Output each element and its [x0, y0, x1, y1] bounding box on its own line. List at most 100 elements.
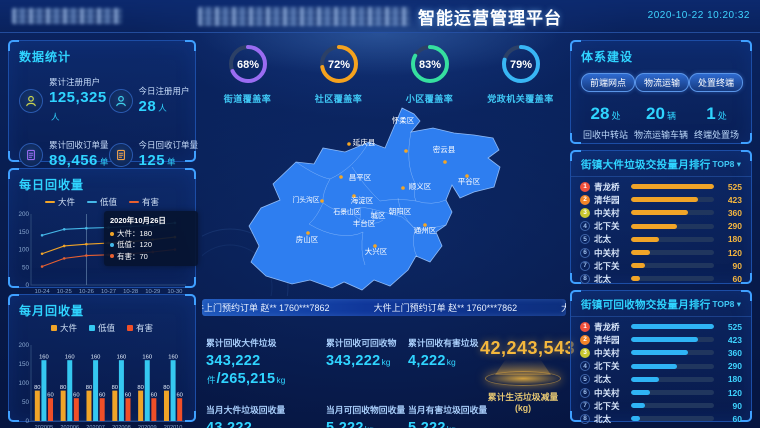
- stat-label: 今日回收订单量: [139, 139, 199, 151]
- svg-text:160: 160: [168, 355, 178, 361]
- rank-bar-fill: [631, 416, 640, 421]
- system-stat-label: 终端处置场: [694, 128, 739, 141]
- legend-item-有害[interactable]: 有害: [129, 196, 159, 208]
- system-tab-前端网点[interactable]: 前端网点: [581, 73, 635, 92]
- rank-name: 中关村: [594, 247, 627, 259]
- rank-value: 90: [718, 401, 742, 411]
- rank-bar-fill: [631, 184, 714, 189]
- summary-cell: 累计回收可回收物343,222kg: [326, 336, 408, 388]
- total-reduction-value: 42,243,543: [480, 338, 566, 359]
- rank-name: 青龙桥: [594, 181, 627, 193]
- svg-text:100: 100: [18, 380, 29, 387]
- legend-item-大件[interactable]: 大件: [45, 196, 75, 208]
- stat-number: 28: [139, 98, 157, 115]
- rank-badge: 7: [580, 261, 590, 271]
- rank-value: 90: [718, 261, 742, 271]
- district-label: 顺义区: [409, 182, 432, 191]
- beijing-district-map[interactable]: 怀柔区延庆县密云县昌平区顺义区平谷区门头沟区海淀区石景山区城区朝阳区丰台区房山区…: [202, 104, 566, 296]
- summary-label: 累计回收有害垃圾: [408, 336, 482, 349]
- rank-bar-track: [631, 403, 714, 408]
- svg-text:60: 60: [125, 393, 131, 399]
- order-icon: [19, 143, 43, 167]
- svg-text:100: 100: [18, 247, 29, 254]
- rank-badge: 1: [580, 182, 590, 192]
- district-dot: [443, 160, 447, 164]
- coverage-gauge: 72%社区覆盖率: [296, 42, 382, 105]
- rank-name: 北下关: [594, 260, 627, 272]
- svg-text:0: 0: [25, 282, 29, 289]
- rank-bar-fill: [631, 197, 698, 202]
- panel-rank-recyclables: 街镇可回收物交投量月排行 TOP8 ▾ 1青龙桥5252清华园4233中关村36…: [570, 290, 752, 422]
- system-tab-处置终端[interactable]: 处置终端: [689, 73, 743, 92]
- rank-badge: 3: [580, 348, 590, 358]
- panel-monthly-recycling: 每月回收量 大件低值有害 050100150200202005202006202…: [8, 294, 196, 422]
- legend-marker: [51, 325, 57, 331]
- legend-item-大件[interactable]: 大件: [51, 322, 77, 334]
- summary-cell: 当月可回收物回收量 5,222kg: [326, 403, 408, 428]
- rank-row: 6中关村120: [571, 386, 751, 399]
- top8-dropdown[interactable]: TOP8 ▾: [712, 299, 741, 310]
- rank-value: 423: [718, 335, 742, 345]
- rank-row: 4北下关290: [571, 220, 751, 233]
- rank-badge: 6: [580, 248, 590, 258]
- svg-text:72%: 72%: [327, 59, 349, 71]
- stat-unit: 人: [158, 103, 167, 113]
- rank-value: 180: [718, 374, 742, 384]
- rank-title: 街镇可回收物交投量月排行: [581, 297, 711, 312]
- system-stat: 28处回收中转站: [583, 104, 628, 141]
- rank-name: 北下关: [594, 400, 627, 412]
- svg-text:50: 50: [22, 399, 30, 406]
- legend-marker: [89, 325, 95, 331]
- panel-corner-br: [185, 411, 196, 422]
- rank-value: 360: [718, 348, 742, 358]
- rank-badge: 5: [580, 374, 590, 384]
- summary-part: kg: [276, 375, 285, 385]
- summary-part: kg: [447, 424, 456, 428]
- tooltip-text: 低值：120: [117, 239, 152, 250]
- rank-value: 290: [718, 361, 742, 371]
- rank-bar-fill: [631, 224, 677, 229]
- system-stat-value: 1处: [694, 104, 739, 124]
- rank-row: 8北太60: [571, 412, 751, 425]
- rank-bar-track: [631, 197, 714, 202]
- svg-text:80: 80: [163, 385, 169, 391]
- rank-bar-track: [631, 276, 714, 281]
- svg-text:150: 150: [18, 361, 29, 368]
- top8-dropdown[interactable]: TOP8 ▾: [712, 159, 741, 170]
- district-dot: [339, 175, 343, 179]
- panel-corner-bl: [570, 411, 581, 422]
- panel-corner-tr: [741, 150, 752, 161]
- legend-marker: [45, 201, 55, 203]
- summary-part: 5,222: [326, 420, 364, 428]
- panel-corner-tl: [570, 290, 581, 301]
- district-dot: [404, 149, 408, 153]
- svg-text:160: 160: [117, 355, 127, 361]
- summary-cell: 累计回收有害垃圾4,222kg: [408, 336, 482, 388]
- rank-value: 60: [718, 274, 742, 284]
- rank-value: 120: [718, 388, 742, 398]
- legend-item-低值[interactable]: 低值: [89, 322, 115, 334]
- monthly-bar-chart[interactable]: 0501001502002020052020062020072020082020…: [9, 334, 195, 428]
- system-tab-物流运输[interactable]: 物流运输: [635, 73, 689, 92]
- rank-badge: 2: [580, 335, 590, 345]
- panel-title: 体系建设: [571, 41, 751, 68]
- rank-list: 1青龙桥5252清华园4233中关村3604北下关2905北太1806中关村12…: [571, 317, 751, 426]
- svg-text:79%: 79%: [509, 59, 531, 71]
- legend-label: 有害: [136, 322, 153, 334]
- svg-text:160: 160: [65, 355, 75, 361]
- coverage-gauge: 79%党政机关覆盖率: [478, 42, 564, 105]
- rank-header: 街镇大件垃圾交投量月排行 TOP8 ▾: [571, 151, 751, 177]
- summary-value: 5,222kg: [326, 419, 408, 428]
- rank-bar-track: [631, 324, 714, 329]
- svg-text:80: 80: [34, 385, 40, 391]
- summary-label: 当月可回收物回收量: [326, 403, 408, 416]
- summary-stats: 累计回收大件垃圾343,222件/265,215kg累计回收可回收物343,22…: [202, 330, 566, 426]
- rank-value: 525: [718, 322, 742, 332]
- legend-item-低值[interactable]: 低值: [87, 196, 117, 208]
- rank-name: 中关村: [594, 207, 627, 219]
- legend-item-有害[interactable]: 有害: [127, 322, 153, 334]
- beijing-outline[interactable]: [249, 108, 500, 290]
- district-label: 海淀区: [351, 195, 374, 205]
- user-icon: [19, 89, 43, 113]
- rank-bar-track: [631, 390, 714, 395]
